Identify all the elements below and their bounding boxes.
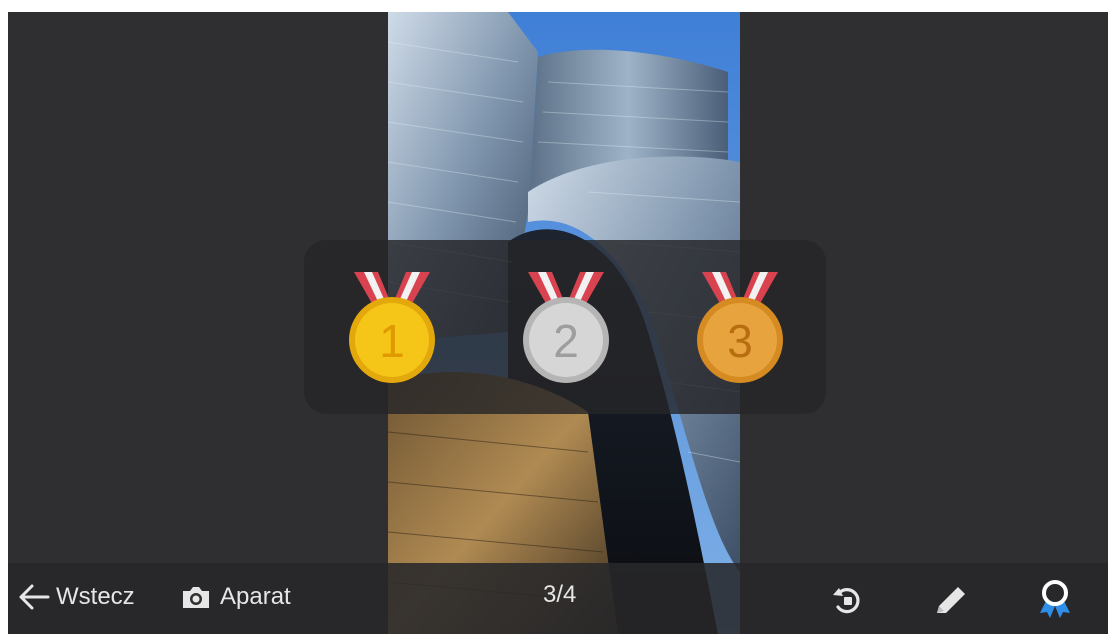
- medal-picker-panel: 1 2 3: [304, 240, 826, 414]
- medal-number: 2: [553, 315, 579, 367]
- camera-button-label: Aparat: [220, 583, 291, 610]
- rotate-button[interactable]: [830, 583, 864, 622]
- gold-medal-button[interactable]: 1: [344, 268, 440, 388]
- back-button-label: Wstecz: [56, 583, 135, 610]
- camera-icon: [183, 587, 209, 608]
- award-button[interactable]: [1037, 579, 1073, 624]
- silver-medal-button[interactable]: 2: [518, 268, 614, 388]
- back-arrow-icon: [19, 584, 50, 610]
- medal-number: 1: [379, 315, 405, 367]
- bottom-toolbar: Wstecz Aparat 3/4: [8, 563, 1108, 634]
- award-ribbon-icon: [1040, 580, 1070, 618]
- bronze-medal-button[interactable]: 3: [692, 268, 788, 388]
- edit-button[interactable]: [933, 583, 969, 622]
- medal-number: 3: [727, 315, 753, 367]
- rotate-icon: [833, 588, 860, 614]
- viewer-screen: 1 2 3 Wstecz Aparat 3/4: [8, 12, 1108, 634]
- back-button[interactable]: Wstecz: [18, 583, 135, 611]
- photo-counter: 3/4: [543, 581, 577, 608]
- camera-button[interactable]: Aparat: [180, 583, 291, 611]
- pencil-icon: [937, 587, 965, 613]
